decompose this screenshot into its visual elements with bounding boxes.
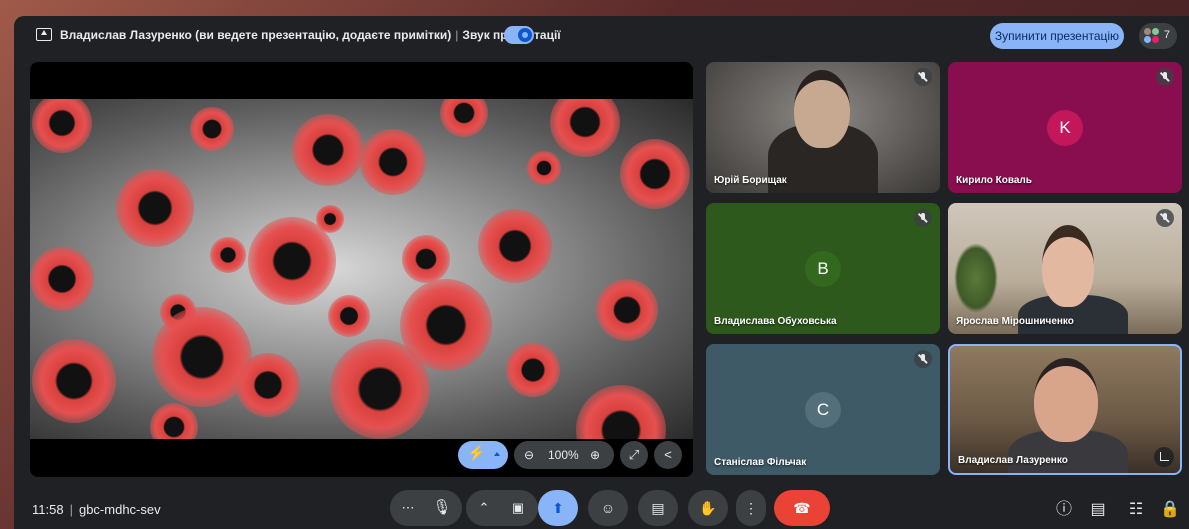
meeting-info: 11:58 | gbc-mdhc-sev (32, 502, 161, 517)
present-screen-icon (36, 28, 52, 41)
avatar: В (805, 250, 841, 287)
participant-tile[interactable]: Ярослав Мірошниченко (948, 203, 1182, 334)
chat-icon[interactable]: ▤ (1086, 498, 1110, 522)
share-icon[interactable]: < (654, 441, 682, 469)
crop-frame-icon[interactable] (1154, 447, 1174, 467)
activities-icon[interactable]: ☷ (1124, 498, 1148, 522)
captions-icon[interactable]: ▤ (638, 490, 678, 526)
mic-off-icon (1156, 68, 1174, 86)
participant-tile-self[interactable]: Владислав Лазуренко (948, 344, 1182, 475)
microphone-control: ⋯ 🎙 (390, 490, 462, 526)
footer-separator: | (69, 502, 73, 517)
participant-name: Юрій Борищак (714, 175, 787, 186)
mic-off-icon (914, 68, 932, 86)
raise-hand-icon[interactable]: ✋ (688, 490, 728, 526)
presenter-status-text: Владислав Лазуренко (ви ведете презентац… (60, 28, 452, 42)
participant-tile[interactable]: В Владислава Обуховська (706, 203, 940, 334)
zoom-controls: ⊖ 100% ⊕ (514, 441, 614, 469)
participant-tile[interactable]: С Станіслав Фільчак (706, 344, 940, 475)
participant-avatars-icon (1144, 28, 1160, 44)
meet-window: Владислав Лазуренко (ви ведете презентац… (14, 16, 1189, 529)
participant-name: Кирило Коваль (956, 175, 1032, 186)
stop-presenting-button[interactable]: Зупинити презентацію (990, 23, 1124, 49)
more-options-icon[interactable]: ⋮ (736, 490, 766, 526)
participant-name: Станіслав Фільчак (714, 457, 807, 468)
header-separator: | (455, 28, 459, 42)
camera-control: ⌃ ▣ (466, 490, 538, 526)
participant-count: 7 (1163, 29, 1170, 41)
annotation-tool-button[interactable] (458, 441, 508, 469)
presentation-banner: Владислав Лазуренко (ви ведете презентац… (14, 16, 1189, 56)
fullscreen-icon[interactable]: ⤢ (620, 441, 648, 469)
mic-off-icon (914, 350, 932, 368)
participants-button[interactable]: 7 (1139, 23, 1177, 49)
avatar: С (805, 391, 841, 428)
participant-name: Владислав Лазуренко (958, 455, 1068, 466)
more-audio-options-icon[interactable]: ⋯ (396, 490, 420, 526)
participant-name: Ярослав Мірошниченко (956, 316, 1074, 327)
present-now-icon[interactable]: ⬆ (538, 490, 578, 526)
zoom-out-icon[interactable]: ⊖ (524, 448, 534, 462)
camera-options-chevron-up-icon[interactable]: ⌃ (472, 490, 496, 526)
zoom-level: 100% (548, 448, 579, 462)
plant-in-background (954, 243, 998, 313)
host-controls-icon[interactable]: 🔒 (1158, 498, 1182, 522)
zoom-in-icon[interactable]: ⊕ (590, 448, 600, 462)
mic-off-icon (914, 209, 932, 227)
meeting-time: 11:58 (32, 502, 64, 517)
slide-image-poppies (30, 99, 693, 439)
presentation-sound-toggle[interactable] (504, 26, 534, 44)
presentation-view: ⊖ 100% ⊕ ⤢ < (30, 62, 693, 477)
camera-icon[interactable]: ▣ (500, 490, 536, 526)
avatar: K (1047, 109, 1083, 146)
participant-name: Владислава Обуховська (714, 316, 837, 327)
participant-tile[interactable]: K Кирило Коваль (948, 62, 1182, 193)
meeting-code: gbc-mdhc-sev (78, 502, 161, 517)
participant-tile[interactable]: Юрій Борищак (706, 62, 940, 193)
meeting-details-icon[interactable]: ⓘ (1052, 498, 1076, 522)
microphone-icon[interactable]: 🎙 (424, 490, 460, 526)
sound-toggle-knob-icon (518, 28, 532, 42)
mic-off-icon (1156, 209, 1174, 227)
emoji-icon[interactable]: ☺ (588, 490, 628, 526)
hang-up-icon[interactable]: ☎ (774, 490, 830, 526)
